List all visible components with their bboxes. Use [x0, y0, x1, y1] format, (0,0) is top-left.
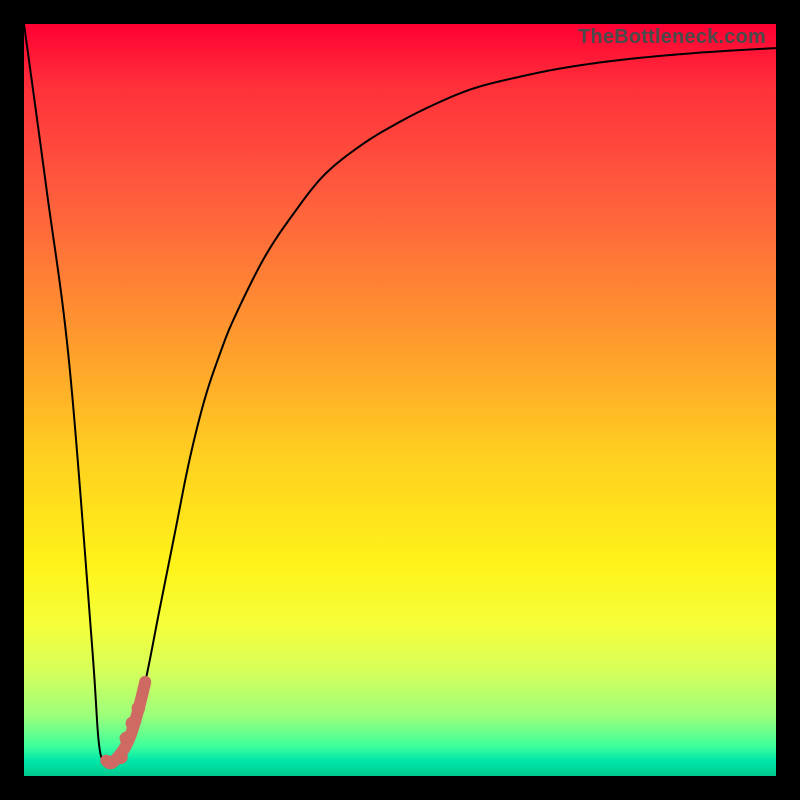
chart-svg: [24, 24, 776, 776]
highlight-dot: [114, 750, 128, 764]
curve-group: [24, 24, 776, 763]
highlight-dot: [132, 702, 146, 716]
bottleneck-curve: [24, 24, 776, 763]
highlight-dot: [120, 732, 134, 746]
chart-frame: TheBottleneck.com: [0, 0, 800, 800]
highlight-dot: [126, 717, 140, 731]
points-group: [106, 682, 145, 764]
plot-area: TheBottleneck.com: [24, 24, 776, 776]
